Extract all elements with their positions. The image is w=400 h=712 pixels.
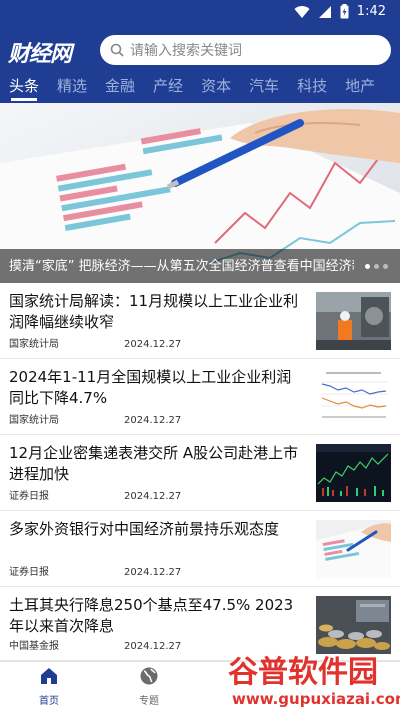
news-date: 2024.12.27 xyxy=(124,491,182,502)
carousel-dot[interactable] xyxy=(383,264,388,269)
news-source: 中国基金报 xyxy=(9,641,59,652)
nav-topics[interactable]: 专题 xyxy=(119,666,179,707)
news-title: 土耳其央行降息250个基点至47.5% 2023年以来首次降息 xyxy=(9,596,294,635)
svg-text:谷普软件园: 谷普软件园 xyxy=(228,655,378,690)
svg-text:www.gupuxiazai.com: www.gupuxiazai.com xyxy=(232,690,400,708)
tab-headlines[interactable]: 头条 xyxy=(0,72,48,103)
news-thumbnail xyxy=(316,292,391,350)
news-thumbnail xyxy=(316,368,391,426)
news-title: 国家统计局解读：11月规模以上工业企业利润降幅继续收窄 xyxy=(9,292,299,331)
carousel-dots xyxy=(365,264,388,269)
tab-auto[interactable]: 汽车 xyxy=(240,72,288,103)
news-source: 国家统计局 xyxy=(9,339,59,350)
search-input[interactable]: 请输入搜索关键词 xyxy=(100,35,391,65)
banner-carousel[interactable]: 摸清“家底” 把脉经济——从第五次全国经济普查看中国经济新... xyxy=(0,103,400,283)
wifi-icon xyxy=(294,5,310,18)
tab-finance[interactable]: 金融 xyxy=(96,72,144,103)
search-icon xyxy=(110,43,124,57)
nav-home-label: 首页 xyxy=(39,696,59,707)
news-title: 2024年1-11月全国规模以上工业企业利润同比下降4.7% xyxy=(9,368,292,407)
app-logo: 财经网 xyxy=(8,36,82,67)
news-thumbnail xyxy=(316,520,391,578)
home-icon xyxy=(41,668,57,684)
news-title: 12月企业密集递表港交所 A股公司赴港上市进程加快 xyxy=(9,444,299,483)
news-date: 2024.12.27 xyxy=(124,415,182,426)
signal-icon xyxy=(318,5,331,18)
tab-realestate[interactable]: 地产 xyxy=(336,72,384,103)
news-source: 证券日报 xyxy=(9,567,49,578)
news-source: 国家统计局 xyxy=(9,415,59,426)
battery-icon xyxy=(340,4,349,19)
nav-home[interactable]: 首页 xyxy=(19,666,79,707)
news-item[interactable]: 2024年1-11月全国规模以上工业企业利润同比下降4.7% 国家统计局 202… xyxy=(0,359,400,435)
news-title: 多家外资银行对中国经济前景持乐观态度 xyxy=(9,520,280,538)
status-time: 1:42 xyxy=(356,4,386,19)
carousel-dot[interactable] xyxy=(365,264,370,269)
watermark-logo: 谷普软件园 www.gupuxiazai.com xyxy=(227,654,400,708)
nav-topics-label: 专题 xyxy=(139,696,159,707)
news-item[interactable]: 多家外资银行对中国经济前景持乐观态度 证券日报 2024.12.27 xyxy=(0,511,400,587)
news-source: 证券日报 xyxy=(9,491,49,502)
category-tabs: 头条 精选 金融 产经 资本 汽车 科技 地产 xyxy=(0,72,400,103)
carousel-dot[interactable] xyxy=(374,264,379,269)
news-item[interactable]: 12月企业密集递表港交所 A股公司赴港上市进程加快 证券日报 2024.12.2… xyxy=(0,435,400,511)
banner-caption: 摸清“家底” 把脉经济——从第五次全国经济普查看中国经济新... xyxy=(9,259,354,274)
news-thumbnail xyxy=(316,444,391,502)
status-bar: 1:42 xyxy=(0,0,400,24)
search-placeholder: 请输入搜索关键词 xyxy=(130,43,242,59)
news-date: 2024.12.27 xyxy=(124,567,182,578)
news-thumbnail xyxy=(316,596,391,654)
tab-featured[interactable]: 精选 xyxy=(48,72,96,103)
logo-text: 财经网 xyxy=(8,42,72,67)
globe-icon xyxy=(140,667,158,685)
news-list: 国家统计局解读：11月规模以上工业企业利润降幅继续收窄 国家统计局 2024.1… xyxy=(0,283,400,661)
tab-industry[interactable]: 产经 xyxy=(144,72,192,103)
news-date: 2024.12.27 xyxy=(124,641,182,652)
tab-capital[interactable]: 资本 xyxy=(192,72,240,103)
news-item[interactable]: 国家统计局解读：11月规模以上工业企业利润降幅继续收窄 国家统计局 2024.1… xyxy=(0,283,400,359)
news-date: 2024.12.27 xyxy=(124,339,182,350)
app-header: 1:42 财经网 请输入搜索关键词 头条 精选 金融 产经 资本 汽车 科技 地… xyxy=(0,0,400,103)
tab-tech[interactable]: 科技 xyxy=(288,72,336,103)
